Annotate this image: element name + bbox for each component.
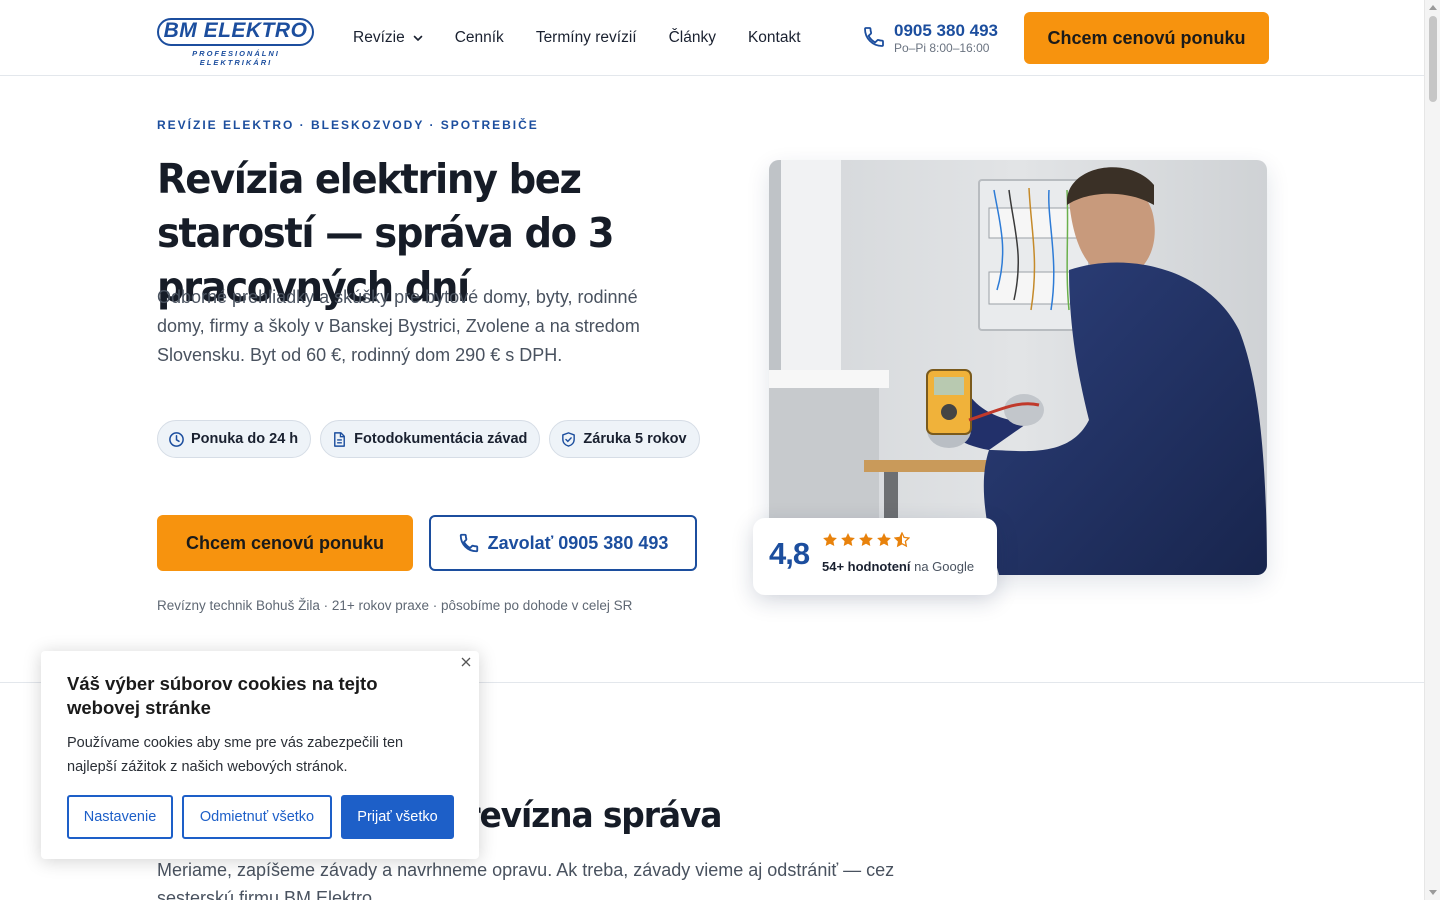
scrollbar-thumb[interactable] (1429, 16, 1437, 102)
hero-eyebrow: REVÍZIE ELEKTRO · BLESKOZVODY · SPOTREBI… (157, 118, 539, 132)
hero-photo-electrician (769, 160, 1267, 575)
chip-photo-doc: Fotodokumentácia závad (320, 420, 541, 458)
nav-item-label: Revízie (353, 29, 405, 46)
feature-chips: Ponuka do 24 h Fotodokumentácia závad Zá… (157, 420, 709, 458)
clock-icon (169, 431, 184, 447)
star-icon (841, 533, 855, 546)
cookie-title: Váš výber súborov cookies na tejto webov… (67, 673, 378, 718)
star-half-icon (894, 532, 910, 548)
rating-count: 54+ hodnotení na Google (822, 559, 974, 574)
site-header: BM ELEKTRO PROFESIONÁLNI ELEKTRIKÁRI Rev… (0, 0, 1424, 76)
scroll-up-arrow-icon[interactable] (1429, 5, 1437, 10)
chip-offer: Ponuka do 24 h (157, 420, 312, 458)
nav-item-label: Cenník (454, 29, 504, 46)
cookie-buttons: Nastavenie Odmietnuť všetko Prijať všetk… (67, 795, 463, 839)
scroll-down-arrow-icon[interactable] (1429, 890, 1437, 895)
nav-item-cennik[interactable]: Cenník (455, 29, 504, 47)
logo-tagline: PROFESIONÁLNI ELEKTRIKÁRI (192, 49, 280, 67)
electrician-illustration (769, 160, 1267, 575)
rating-source: na Google (914, 559, 975, 574)
chip-label: Záruka 5 rokov (583, 431, 687, 447)
hero-description: Odborné prehliadky a skúšky pre bytové d… (157, 287, 640, 365)
star-icon (823, 533, 837, 546)
nav-item-clanky[interactable]: Články (669, 29, 716, 47)
document-icon (334, 431, 346, 447)
page-scrollbar[interactable] (1424, 0, 1440, 900)
nav-item-kontakt[interactable]: Kontakt (748, 29, 801, 47)
chip-label: Ponuka do 24 h (191, 431, 299, 447)
rating-stars (822, 532, 912, 548)
nav-item-terminy[interactable]: Termíny revízií (536, 29, 637, 47)
cookie-settings-button[interactable]: Nastavenie (67, 795, 173, 839)
nav-item-label: Články (668, 29, 716, 46)
logo[interactable]: BM ELEKTRO PROFESIONÁLNI ELEKTRIKÁRI (157, 18, 315, 67)
chevron-down-icon (413, 35, 422, 41)
star-icon (877, 533, 891, 546)
chip-label: Fotodokumentácia závad (354, 431, 528, 447)
shield-check-icon (562, 431, 576, 447)
star-icon (859, 533, 873, 546)
nav-item-label: Termíny revízií (535, 29, 637, 46)
cookie-text: Používame cookies aby sme pre vás zabezp… (67, 735, 404, 775)
rating-card: 4,8 54+ hodnotení na Google (753, 518, 997, 595)
call-button-label: Zavolať 0905 380 493 (487, 532, 669, 553)
rating-score: 4,8 (769, 536, 810, 571)
phone-number: 0905 380 493 (894, 21, 998, 40)
cookie-consent-dialog: Váš výber súborov cookies na tejto webov… (41, 651, 479, 859)
phone-hours: Po–Pi 8:00–16:00 (894, 41, 990, 55)
section-description: Meriame, zapíšeme závady a navrhneme opr… (157, 860, 895, 900)
cookie-reject-button[interactable]: Odmietnuť všetko (182, 795, 332, 839)
close-icon[interactable] (459, 655, 473, 669)
rating-count-label: 54+ hodnotení (822, 559, 911, 574)
section-title-text: revízna správa (464, 796, 722, 836)
logo-text: BM ELEKTRO (163, 19, 308, 42)
hero-quote-button[interactable]: Chcem cenovú ponuku (157, 515, 413, 571)
cookie-accept-button[interactable]: Prijať všetko (341, 795, 454, 839)
header-quote-button[interactable]: Chcem cenovú ponuku (1024, 12, 1269, 64)
phone-icon (459, 533, 478, 553)
phone-icon (864, 27, 884, 47)
chip-warranty: Záruka 5 rokov (549, 420, 700, 458)
main-nav: Revízie Cenník Termíny revízií Články Ko… (353, 29, 833, 47)
hero-note: Revízny technik Bohuš Žila · 21+ rokov p… (157, 598, 633, 613)
hero-call-button[interactable]: Zavolať 0905 380 493 (429, 515, 697, 571)
nav-item-revizie[interactable]: Revízie (353, 29, 423, 47)
nav-item-label: Kontakt (747, 29, 801, 46)
